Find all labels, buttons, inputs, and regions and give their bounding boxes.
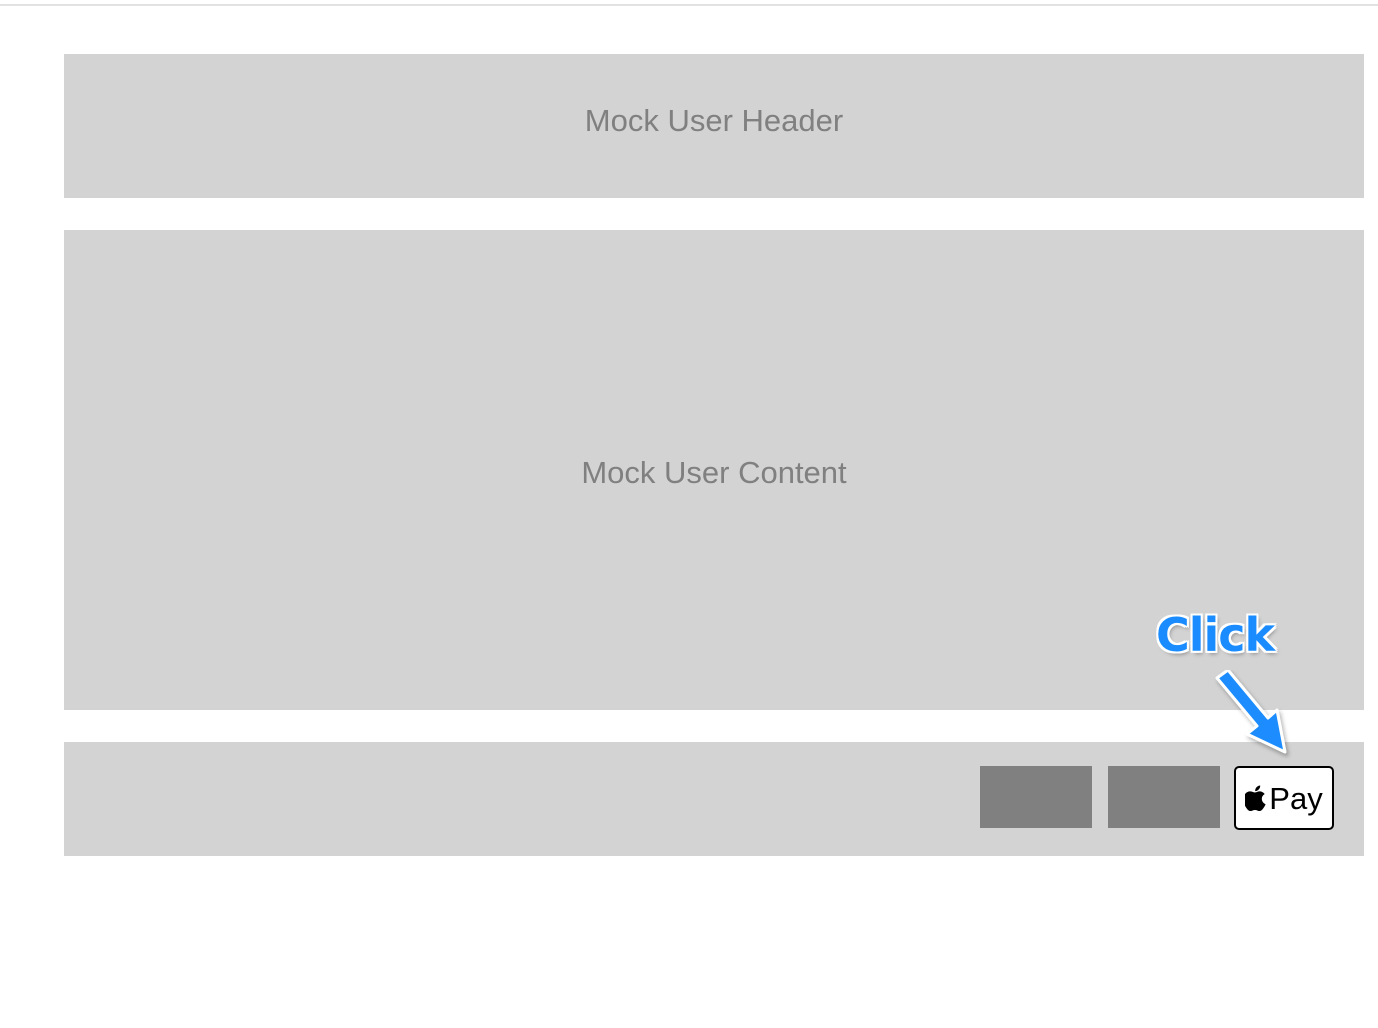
arrow-down-right-icon [1205, 668, 1295, 765]
content-label: Mock User Content [581, 455, 847, 490]
header-label: Mock User Header [584, 103, 844, 138]
apple-pay-button[interactable]: Pay [1234, 766, 1334, 830]
click-annotation: Click [1156, 608, 1275, 662]
placeholder-button-2[interactable] [1108, 766, 1220, 828]
apple-logo-icon [1245, 785, 1267, 811]
placeholder-button-1[interactable] [980, 766, 1092, 828]
top-divider [0, 4, 1378, 6]
apple-pay-label: Pay [1269, 781, 1323, 816]
mock-user-header: Mock User Header [64, 54, 1364, 198]
